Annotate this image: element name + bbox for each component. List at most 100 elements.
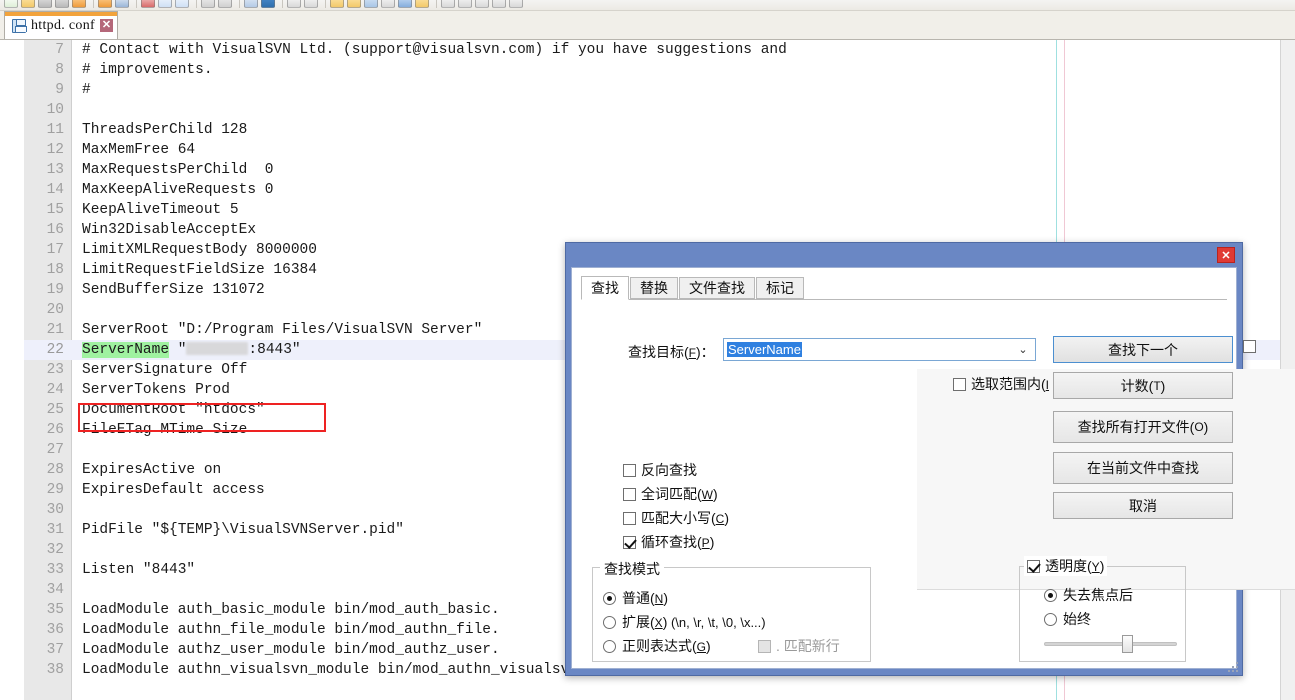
find-in-current-document-button[interactable]: 在当前文件中查找 [1053, 452, 1233, 484]
radio-dot[interactable] [1044, 588, 1057, 602]
code-line[interactable]: 8 # improvements. [24, 60, 1295, 80]
code-text[interactable]: # improvements. [82, 60, 1295, 80]
code-text[interactable]: MaxMemFree 64 [82, 140, 1295, 160]
wrap-around-checkbox[interactable]: 循环查找(P) [623, 532, 714, 552]
code-text[interactable] [82, 100, 1295, 120]
find-next-extra-checkbox[interactable] [1243, 340, 1256, 353]
line-number: 17 [46, 242, 64, 258]
zoom-out-icon[interactable] [304, 0, 318, 8]
checkbox-box[interactable] [623, 487, 636, 501]
macro-stop-icon[interactable] [458, 0, 472, 8]
code-line[interactable]: 15 KeepAliveTimeout 5 [24, 200, 1295, 220]
macro-play-icon[interactable] [475, 0, 489, 8]
extended-mnemonic: X [654, 616, 663, 630]
tab-find[interactable]: 查找 [581, 276, 629, 300]
macro-save-icon[interactable] [492, 0, 506, 8]
search-mode-regex-radio[interactable]: 正则表达式(G) [603, 636, 711, 656]
undo-icon[interactable] [201, 0, 215, 8]
code-line[interactable]: 7 # Contact with VisualSVN Ltd. (support@… [24, 40, 1295, 60]
dialog-title-bar[interactable]: ✕ [566, 243, 1242, 267]
tab-mark[interactable]: 标记 [756, 277, 804, 299]
open-file-icon[interactable] [21, 0, 35, 8]
code-text[interactable]: # Contact with VisualSVN Ltd. (support@v… [82, 40, 1295, 60]
paste-icon[interactable] [175, 0, 189, 8]
code-text[interactable]: MaxRequestsPerChild 0 [82, 160, 1295, 180]
find-dialog[interactable]: ✕ 查找 替换 文件查找 标记 查找目标(F)： ServerName ⌄ 查找… [565, 242, 1295, 676]
resize-grip[interactable] [1225, 659, 1238, 672]
tab-replace[interactable]: 替换 [630, 277, 678, 299]
word-wrap-icon[interactable] [364, 0, 378, 8]
code-line[interactable]: 10 [24, 100, 1295, 120]
replace-icon[interactable] [261, 0, 275, 8]
search-mode-extended-radio[interactable]: 扩展(X) (\n, \r, \t, \0, \x...) [603, 612, 766, 632]
code-line[interactable]: 16 Win32DisableAcceptEx [24, 220, 1295, 240]
tab-httpd-conf[interactable]: httpd. conf ✕ [4, 11, 118, 39]
print-icon[interactable] [115, 0, 129, 8]
macro-record-icon[interactable] [441, 0, 455, 8]
line-number: 34 [46, 582, 64, 598]
tab-find-in-files[interactable]: 文件查找 [679, 277, 755, 299]
user-language-icon[interactable] [415, 0, 429, 8]
code-text[interactable]: MaxKeepAliveRequests 0 [82, 180, 1295, 200]
checkbox-box[interactable] [953, 377, 966, 391]
find-next-button[interactable]: 查找下一个 [1053, 336, 1233, 363]
save-icon[interactable] [38, 0, 52, 8]
indent-guide-icon[interactable] [398, 0, 412, 8]
sync-scroll-v-icon[interactable] [330, 0, 344, 8]
backward-direction-checkbox[interactable]: 反向查找 [623, 460, 697, 480]
save-all-icon[interactable] [55, 0, 69, 8]
in-selection-checkbox[interactable]: 选取范围内(I [953, 374, 1049, 394]
slider-thumb[interactable] [1122, 635, 1134, 653]
find-all-open-tail: ) [1203, 419, 1209, 435]
checkbox-box[interactable] [623, 535, 636, 549]
checkbox-box[interactable] [1027, 559, 1040, 573]
find-all-open-documents-button[interactable]: 查找所有打开文件(O) [1053, 411, 1233, 443]
search-mode-normal-radio[interactable]: 普通(N) [603, 588, 668, 608]
code-text[interactable]: # [82, 80, 1295, 100]
code-text[interactable]: KeepAliveTimeout 5 [82, 200, 1295, 220]
close-icon[interactable]: ✕ [1217, 247, 1235, 263]
transparency-on-losing-focus-radio[interactable]: 失去焦点后 [1044, 585, 1133, 605]
copy-icon[interactable] [158, 0, 172, 8]
code-line[interactable]: 13 MaxRequestsPerChild 0 [24, 160, 1295, 180]
show-all-chars-icon[interactable] [381, 0, 395, 8]
code-line[interactable]: 11 ThreadsPerChild 128 [24, 120, 1295, 140]
radio-dot[interactable] [1044, 612, 1057, 626]
line-number: 36 [46, 622, 64, 638]
find-icon[interactable] [244, 0, 258, 8]
radio-dot[interactable] [603, 591, 616, 605]
checkbox-box[interactable] [1243, 340, 1256, 353]
macro-run-multiple-icon[interactable] [509, 0, 523, 8]
close-file-icon[interactable] [72, 0, 86, 8]
checkbox-box[interactable] [623, 463, 636, 477]
tab-label: httpd. conf [31, 17, 95, 33]
radio-dot[interactable] [603, 615, 616, 629]
match-whole-word-checkbox[interactable]: 全词匹配(W) [623, 484, 718, 504]
code-text[interactable]: Win32DisableAcceptEx [82, 220, 1295, 240]
transparency-slider[interactable] [1044, 635, 1177, 653]
code-line[interactable]: 12 MaxMemFree 64 [24, 140, 1295, 160]
chevron-down-icon[interactable]: ⌄ [1013, 339, 1033, 360]
code-line[interactable]: 14 MaxKeepAliveRequests 0 [24, 180, 1295, 200]
document-tab-bar: httpd. conf ✕ [0, 11, 1295, 40]
cut-icon[interactable] [141, 0, 155, 8]
count-button[interactable]: 计数(T) [1053, 372, 1233, 399]
match-case-checkbox[interactable]: 匹配大小写(C) [623, 508, 729, 528]
transparency-checkbox[interactable]: 透明度(Y) [1024, 556, 1108, 576]
radio-dot[interactable] [603, 639, 616, 653]
cancel-button[interactable]: 取消 [1053, 492, 1233, 519]
redo-icon[interactable] [218, 0, 232, 8]
sync-scroll-h-icon[interactable] [347, 0, 361, 8]
zoom-in-icon[interactable] [287, 0, 301, 8]
code-line[interactable]: 9 # [24, 80, 1295, 100]
find-target-combo[interactable]: ServerName ⌄ [723, 338, 1036, 361]
new-file-icon[interactable] [4, 0, 18, 8]
transparency-always-radio[interactable]: 始终 [1044, 609, 1091, 629]
tab-close-icon[interactable]: ✕ [99, 19, 113, 32]
toolbar-separator [436, 0, 437, 8]
code-text[interactable]: ThreadsPerChild 128 [82, 120, 1295, 140]
find-input-value[interactable]: ServerName [727, 342, 802, 357]
checkbox-box[interactable] [623, 511, 636, 525]
search-mode-normal-label: 普通(N) [622, 588, 668, 608]
close-all-icon[interactable] [98, 0, 112, 8]
